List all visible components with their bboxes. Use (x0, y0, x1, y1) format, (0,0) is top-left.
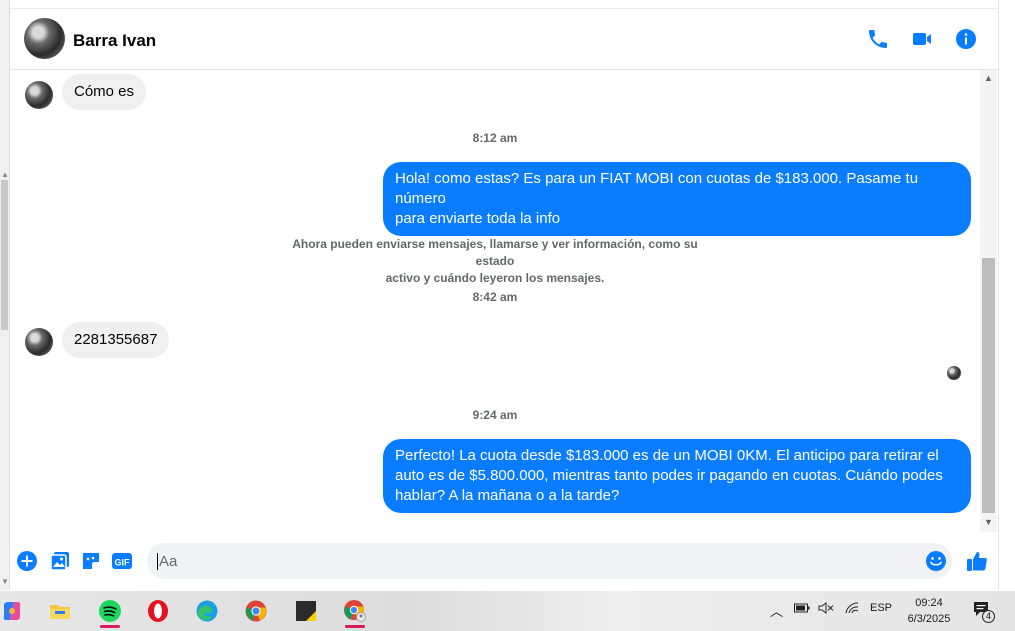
contact-avatar[interactable] (24, 18, 65, 59)
sticker-icon[interactable] (80, 550, 102, 572)
wifi-icon[interactable] (844, 602, 860, 617)
spotify-icon[interactable] (90, 594, 130, 628)
chat-scroll-thumb[interactable] (982, 258, 995, 513)
active-app-indicator (345, 625, 365, 628)
right-window-edge (998, 0, 1015, 590)
plus-icon[interactable] (16, 550, 38, 572)
language-indicator[interactable]: ESP (870, 602, 892, 614)
chrome-icon[interactable] (236, 594, 276, 628)
clock-time: 09:24 (915, 597, 943, 609)
scroll-down-arrow-icon[interactable]: ▼ (1, 577, 9, 586)
notification-count-badge: 4 (982, 610, 995, 623)
message-list[interactable]: Cómo es 8:12 am Hola! como estas? Es par… (10, 70, 980, 532)
volume-muted-icon[interactable] (818, 602, 834, 617)
incoming-message[interactable]: 2281355687 (62, 322, 170, 358)
info-icon[interactable] (954, 27, 978, 51)
gallery-icon[interactable] (49, 550, 71, 572)
message-line: para enviarte toda la info (395, 210, 561, 227)
left-scrollbar[interactable]: ▲ ▼ (0, 0, 10, 590)
scroll-down-arrow-icon[interactable]: ▼ (984, 517, 993, 527)
contact-name[interactable]: Barra Ivan (73, 31, 156, 51)
outgoing-message[interactable]: Hola! como estas? Es para un FIAT MOBI c… (383, 162, 971, 236)
chat-scrollbar[interactable]: ▲ ▼ (980, 70, 997, 532)
sender-avatar[interactable] (25, 81, 53, 109)
message-line: Hola! como estas? Es para un FIAT MOBI c… (395, 170, 919, 207)
outgoing-message[interactable]: Perfecto! La cuota desde $183.000 es de … (383, 439, 971, 513)
sender-avatar[interactable] (25, 328, 53, 356)
active-app-indicator (100, 625, 120, 628)
battery-icon[interactable] (794, 602, 810, 617)
incoming-message[interactable]: Cómo es (62, 74, 147, 110)
like-icon[interactable] (965, 549, 989, 573)
notification-center-icon[interactable]: 4 (972, 600, 996, 623)
message-timestamp: 8:42 am (472, 290, 518, 304)
opera-icon[interactable] (138, 594, 178, 628)
windows-taskbar: ︿ ESP 09:24 6/3/2025 4 (0, 591, 1015, 631)
file-explorer-icon[interactable] (40, 594, 80, 628)
gif-label: GIF (115, 558, 131, 568)
show-hidden-icons-icon[interactable]: ︿ (770, 601, 783, 620)
read-receipt-avatar (947, 366, 961, 380)
copilot-icon[interactable] (0, 594, 32, 628)
left-scroll-thumb[interactable] (1, 180, 8, 330)
emoji-icon[interactable] (925, 550, 947, 572)
message-line: hablar? A la mañana o a la tarde? (395, 487, 620, 504)
conversation-header: Barra Ivan (10, 8, 998, 70)
phone-icon[interactable] (866, 27, 890, 51)
text-caret (157, 553, 158, 570)
scroll-up-arrow-icon[interactable]: ▲ (984, 73, 993, 83)
message-composer: GIF (10, 540, 998, 582)
scroll-up-arrow-icon[interactable]: ▲ (1, 170, 9, 179)
notice-line: Ahora pueden enviarse mensajes, llamarse… (292, 237, 698, 268)
sticky-notes-icon[interactable] (286, 594, 326, 628)
message-line: Perfecto! La cuota desde $183.000 es de … (395, 447, 939, 464)
notice-line: activo y cuándo leyeron los mensajes. (385, 271, 605, 285)
connection-notice: Ahora pueden enviarse mensajes, llamarse… (275, 236, 715, 287)
edge-icon[interactable] (187, 594, 227, 628)
message-timestamp: 8:12 am (472, 131, 518, 145)
message-timestamp: 9:24 am (472, 408, 518, 422)
chrome-profile-icon[interactable] (335, 594, 375, 628)
video-camera-icon[interactable] (910, 27, 934, 51)
gif-icon[interactable]: GIF (111, 550, 133, 572)
clock-date: 6/3/2025 (907, 613, 951, 625)
message-input[interactable] (147, 543, 952, 579)
message-line: auto es de $5.800.000, mientras tanto po… (395, 467, 943, 484)
system-clock[interactable]: 09:24 6/3/2025 (896, 595, 962, 627)
